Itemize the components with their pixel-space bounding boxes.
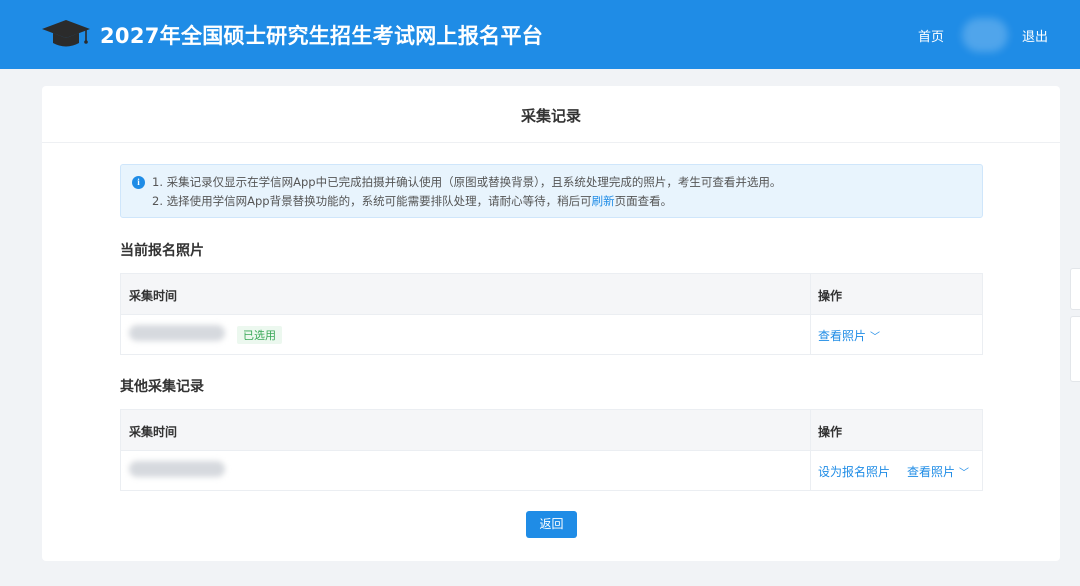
table-header: 采集时间 操作	[121, 410, 982, 450]
notice-line-2: 2. 选择使用学信网App背景替换功能的，系统可能需要排队处理，请耐心等待，稍后…	[152, 193, 672, 209]
selected-tag: 已选用	[237, 326, 282, 344]
user-avatar[interactable]	[962, 18, 1008, 52]
info-icon: i	[132, 176, 145, 189]
graduation-cap-icon	[42, 20, 90, 47]
back-button[interactable]: 返回	[526, 511, 577, 538]
view-photo-dropdown[interactable]: 查看照片 ﹀	[818, 327, 880, 344]
notice-line-2-text: 2. 选择使用学信网App背景替换功能的，系统可能需要排队处理，请耐心等待，稍后…	[152, 194, 592, 208]
current-photo-heading: 当前报名照片	[120, 243, 204, 259]
view-photo-label: 查看照片	[818, 329, 867, 343]
chevron-down-icon: ﹀	[959, 468, 970, 479]
col-header-time: 采集时间	[129, 289, 178, 303]
capture-time-value	[129, 461, 225, 477]
notice-line-1: 1. 采集记录仅显示在学信网App中已完成拍摄并确认使用（原图或替换背景），且系…	[152, 175, 782, 189]
col-header-action: 操作	[818, 289, 843, 303]
nav-home-link[interactable]: 首页	[918, 26, 944, 45]
table-row: 设为报名照片 查看照片 ﹀	[121, 450, 982, 488]
table-row: 已选用 查看照片 ﹀	[121, 314, 982, 352]
info-notice: i 1. 采集记录仅显示在学信网App中已完成拍摄并确认使用（原图或替换背景），…	[120, 164, 983, 218]
card-title-bar: 采集记录	[42, 86, 1060, 143]
page-title: 采集记录	[520, 107, 581, 125]
other-records-heading: 其他采集记录	[120, 379, 204, 395]
side-float-tab[interactable]	[1070, 268, 1080, 310]
col-header-time: 采集时间	[129, 425, 178, 439]
current-photo-table: 采集时间 操作 已选用 查看照片 ﹀	[120, 273, 983, 355]
notice-line-2-tail: 页面查看。	[614, 194, 673, 208]
view-photo-dropdown[interactable]: 查看照片 ﹀	[907, 463, 969, 480]
table-header: 采集时间 操作	[121, 274, 982, 314]
view-photo-label: 查看照片	[907, 465, 956, 479]
set-as-photo-button[interactable]: 设为报名照片	[818, 463, 890, 480]
site-title: 2027年全国硕士研究生招生考试网上报名平台	[100, 24, 544, 48]
main-card: 采集记录 i 1. 采集记录仅显示在学信网App中已完成拍摄并确认使用（原图或替…	[42, 86, 1060, 561]
capture-time-value	[129, 325, 225, 341]
refresh-link[interactable]: 刷新	[592, 194, 615, 208]
side-float-tab[interactable]	[1070, 316, 1080, 382]
top-header: 2027年全国硕士研究生招生考试网上报名平台 首页 退出	[0, 0, 1080, 69]
col-header-action: 操作	[818, 425, 843, 439]
nav-logout-link[interactable]: 退出	[1022, 26, 1048, 45]
other-records-table: 采集时间 操作 设为报名照片 查看照片 ﹀	[120, 409, 983, 491]
chevron-down-icon: ﹀	[870, 332, 881, 343]
